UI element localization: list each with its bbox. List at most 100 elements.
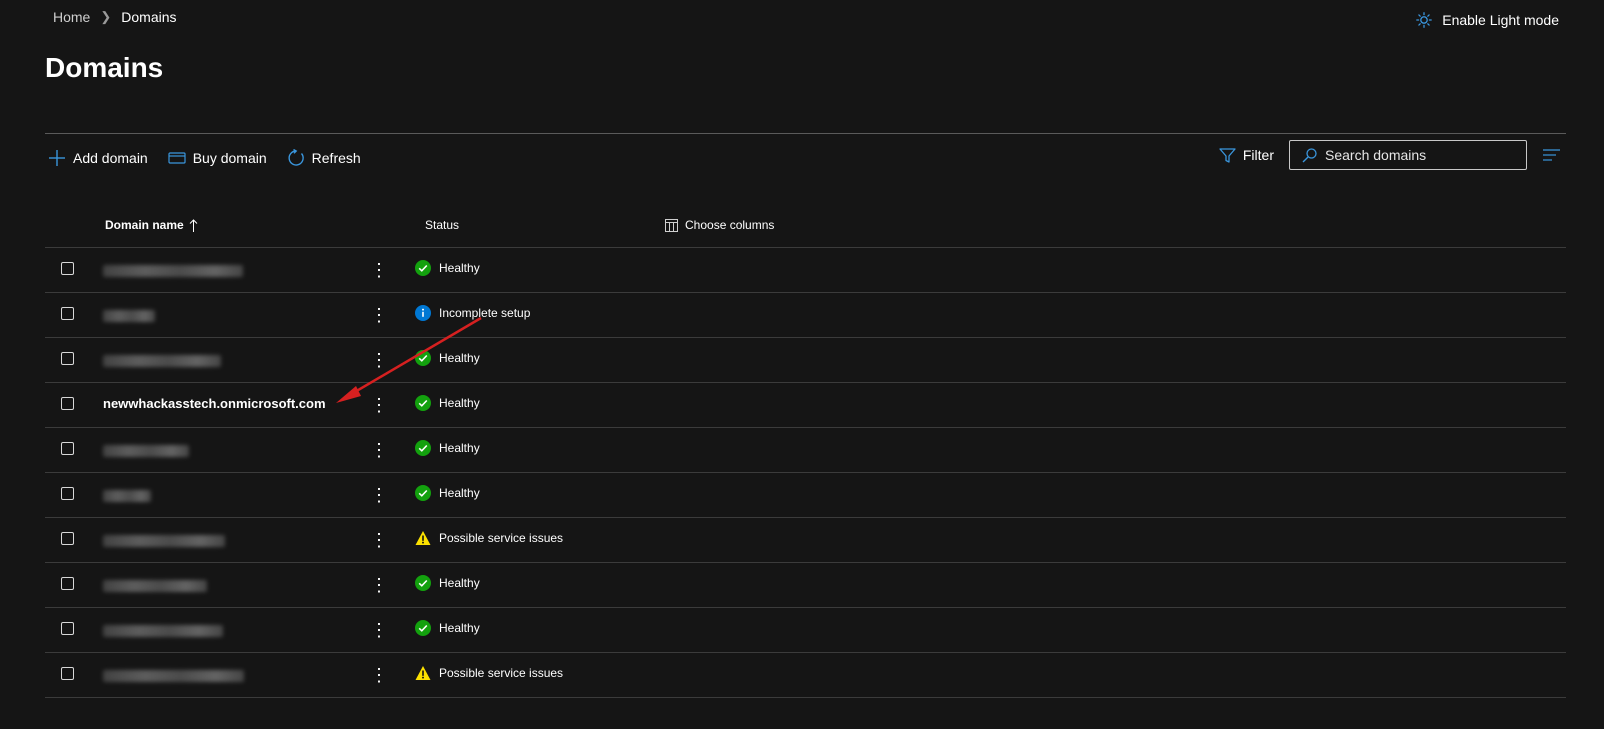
check-circle-icon: [415, 575, 431, 591]
table-row[interactable]: ⋮ Healthy: [45, 338, 1566, 383]
table-row[interactable]: ⋮ Healthy: [45, 563, 1566, 608]
card-icon: [168, 152, 186, 164]
table-row[interactable]: ⋮ Healthy: [45, 428, 1566, 473]
check-circle-icon: [415, 395, 431, 411]
more-actions-button[interactable]: ⋮: [370, 664, 388, 686]
row-select-checkbox[interactable]: [61, 532, 74, 545]
status-label: Incomplete setup: [439, 306, 531, 320]
table-header: Domain name Status Choose columns: [45, 203, 1566, 248]
redacted-domain-name[interactable]: [103, 445, 189, 457]
status-cell: Healthy: [415, 620, 480, 636]
search-box: [1289, 140, 1527, 170]
status-cell: Incomplete setup: [415, 305, 530, 321]
redacted-domain-name[interactable]: [103, 265, 243, 277]
more-actions-button[interactable]: ⋮: [370, 574, 388, 596]
table-row[interactable]: ⋮ Healthy: [45, 248, 1566, 293]
status-cell: Healthy: [415, 350, 480, 366]
status-label: Possible service issues: [439, 531, 564, 545]
toolbar-right: Filter: [1216, 140, 1564, 170]
refresh-icon: [288, 149, 304, 166]
row-select-checkbox[interactable]: [61, 667, 74, 680]
add-domain-label: Add domain: [73, 150, 148, 166]
search-domains-input[interactable]: [1325, 147, 1505, 163]
status-label: Possible service issues: [439, 666, 564, 680]
table-row[interactable]: newwhackasstech.onmicrosoft.com ⋮ Health…: [45, 383, 1566, 428]
breadcrumb-current: Domains: [121, 9, 177, 25]
row-select-checkbox[interactable]: [61, 442, 74, 455]
header-divider: [45, 133, 1566, 134]
breadcrumb: Home ❯ Domains: [53, 9, 177, 25]
more-actions-button[interactable]: ⋮: [370, 529, 388, 551]
row-select-checkbox[interactable]: [61, 262, 74, 275]
check-circle-icon: [415, 440, 431, 456]
column-header-status[interactable]: Status: [425, 218, 459, 232]
redacted-domain-name[interactable]: [103, 535, 225, 547]
sun-icon: [1416, 12, 1433, 28]
more-actions-button[interactable]: ⋮: [370, 619, 388, 641]
redacted-domain-name[interactable]: [103, 355, 221, 367]
more-actions-button[interactable]: ⋮: [370, 394, 388, 416]
more-actions-button[interactable]: ⋮: [370, 259, 388, 281]
domain-name-cell[interactable]: newwhackasstech.onmicrosoft.com: [103, 396, 373, 414]
more-actions-button[interactable]: ⋮: [370, 484, 388, 506]
column-header-domain-name[interactable]: Domain name: [105, 218, 198, 232]
more-actions-button[interactable]: ⋮: [370, 439, 388, 461]
status-cell: Possible service issues: [415, 665, 563, 681]
check-circle-icon: [415, 350, 431, 366]
view-options-button[interactable]: [1539, 149, 1564, 161]
buy-domain-button[interactable]: Buy domain: [165, 150, 270, 166]
redacted-domain-name[interactable]: [103, 625, 223, 637]
refresh-button[interactable]: Refresh: [284, 149, 364, 167]
table-row[interactable]: ⋮ Incomplete setup: [45, 293, 1566, 338]
status-cell: Healthy: [415, 440, 480, 456]
status-label: Healthy: [439, 396, 480, 410]
status-cell: Healthy: [415, 575, 480, 591]
enable-light-mode-button[interactable]: Enable Light mode: [1416, 12, 1559, 28]
status-label: Healthy: [439, 441, 480, 455]
sort-ascending-icon: [189, 218, 198, 232]
redacted-domain-name[interactable]: [103, 580, 207, 592]
check-circle-icon: [415, 620, 431, 636]
row-select-checkbox[interactable]: [61, 307, 74, 320]
status-cell: Healthy: [415, 485, 480, 501]
add-domain-button[interactable]: Add domain: [45, 149, 151, 167]
row-select-checkbox[interactable]: [61, 577, 74, 590]
redacted-domain-name[interactable]: [103, 670, 244, 682]
warning-icon: [415, 531, 431, 545]
choose-columns-button[interactable]: Choose columns: [665, 218, 774, 232]
command-bar: Add domain Buy domain Refresh: [45, 143, 364, 173]
table-row[interactable]: ⋮ Healthy: [45, 473, 1566, 518]
status-label: Healthy: [439, 261, 480, 275]
redacted-domain-name[interactable]: [103, 490, 151, 502]
status-cell: Healthy: [415, 260, 480, 276]
chevron-right-icon: ❯: [100, 9, 112, 24]
column-header-domain-name-label: Domain name: [105, 218, 184, 232]
choose-columns-label: Choose columns: [685, 218, 775, 232]
more-actions-button[interactable]: ⋮: [370, 349, 388, 371]
breadcrumb-home-link[interactable]: Home: [53, 9, 90, 25]
check-circle-icon: [415, 260, 431, 276]
redacted-domain-name[interactable]: [103, 310, 155, 322]
table-row[interactable]: ⋮ Healthy: [45, 608, 1566, 653]
filter-button[interactable]: Filter: [1216, 147, 1277, 164]
row-select-checkbox[interactable]: [61, 487, 74, 500]
info-circle-icon: [415, 305, 431, 321]
filter-icon: [1219, 147, 1236, 163]
status-cell: Possible service issues: [415, 530, 563, 546]
table-row[interactable]: ⋮ Possible service issues: [45, 518, 1566, 563]
filter-label: Filter: [1242, 147, 1274, 163]
row-select-checkbox[interactable]: [61, 622, 74, 635]
status-label: Healthy: [439, 621, 480, 635]
status-label: Healthy: [439, 486, 480, 500]
domains-table: Domain name Status Choose columns ⋮ Heal…: [45, 203, 1566, 698]
table-row[interactable]: ⋮ Possible service issues: [45, 653, 1566, 698]
status-cell: Healthy: [415, 395, 480, 411]
more-actions-button[interactable]: ⋮: [370, 304, 388, 326]
enable-light-mode-label: Enable Light mode: [1442, 12, 1559, 28]
row-select-checkbox[interactable]: [61, 352, 74, 365]
buy-domain-label: Buy domain: [192, 150, 267, 166]
row-select-checkbox[interactable]: [61, 397, 74, 410]
list-options-icon: [1543, 149, 1560, 161]
columns-icon: [665, 218, 678, 232]
table-body: ⋮ Healthy ⋮ Incomplete setup ⋮ Healthy n…: [45, 248, 1566, 698]
